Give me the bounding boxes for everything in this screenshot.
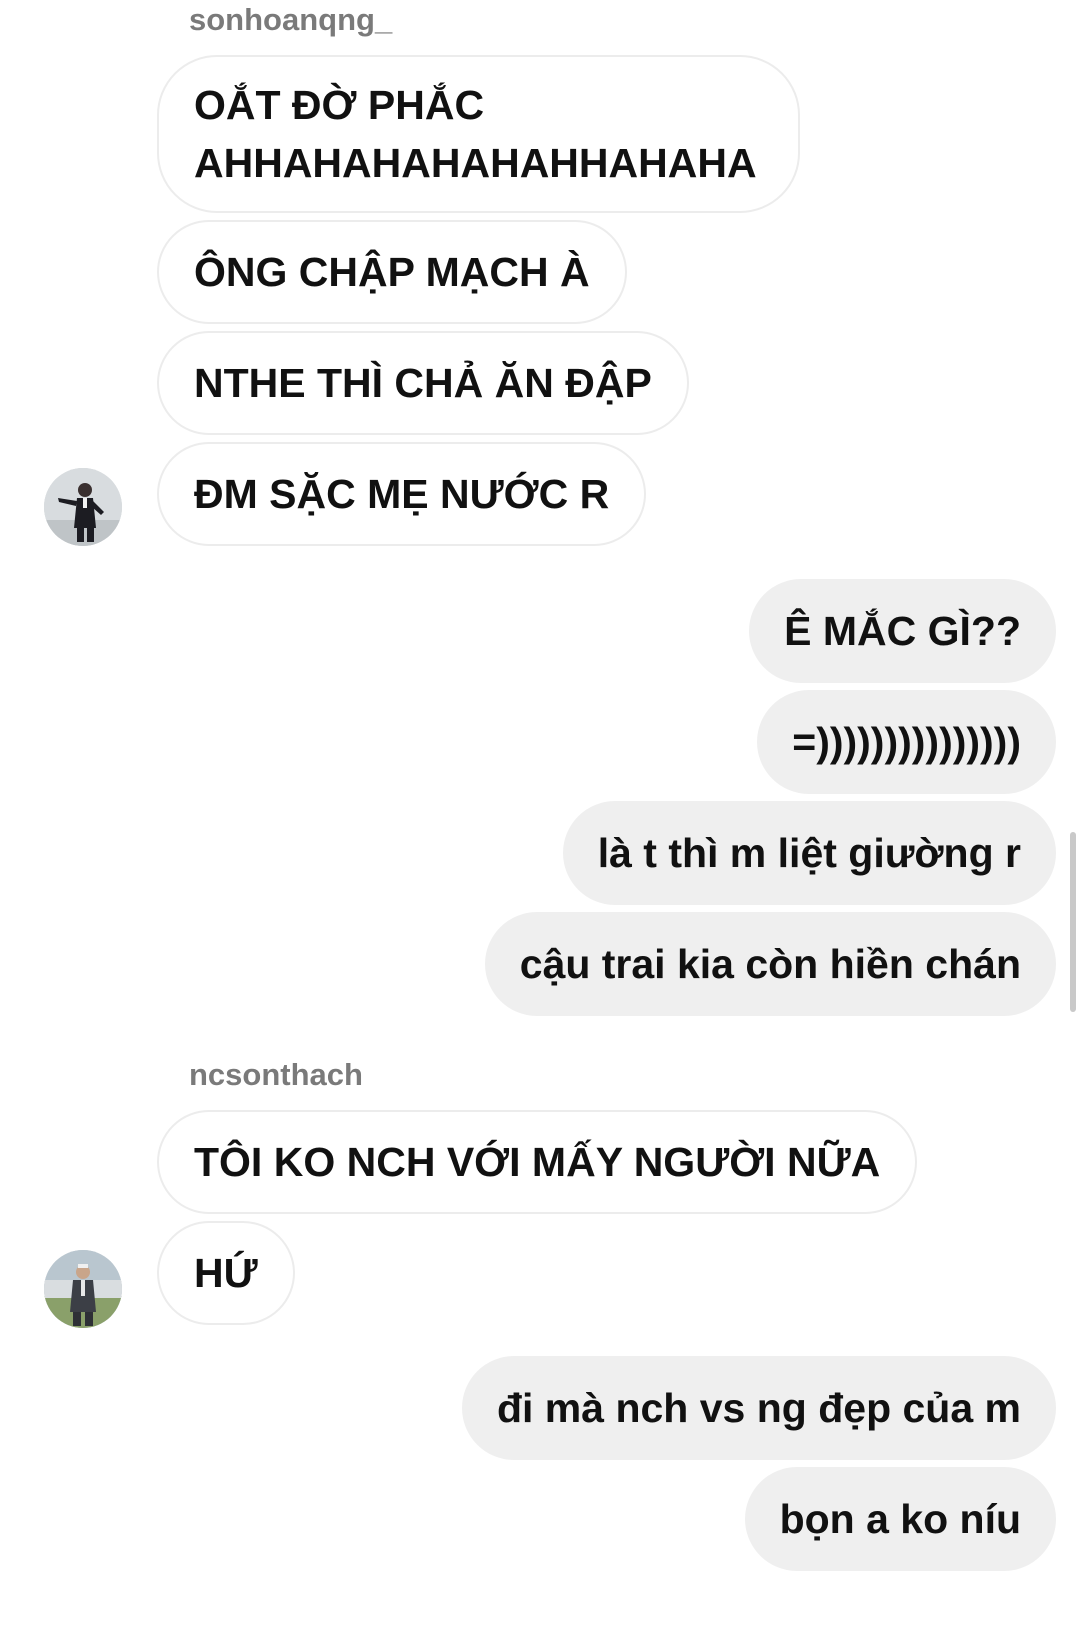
message-text: ÔNG CHẬP MẠCH À (194, 249, 590, 295)
person-in-suit-avatar-icon (44, 468, 122, 546)
sender-name-sonhoanqng[interactable]: sonhoanqng_ (189, 4, 392, 35)
message-text: TÔI KO NCH VỚI MẤY NGƯỜI NỮA (194, 1139, 881, 1185)
message-bubble-incoming[interactable]: ÔNG CHẬP MẠCH À (157, 220, 627, 324)
message-bubble-outgoing[interactable]: là t thì m liệt giường r (562, 801, 1056, 905)
message-text: bọn a ko níu (779, 1496, 1021, 1542)
message-bubble-incoming[interactable]: NTHE THÌ CHẢ ĂN ĐẬP (157, 331, 689, 435)
message-bubble-outgoing[interactable]: Ê MẮC GÌ?? (749, 579, 1056, 683)
message-text: Ê MẮC GÌ?? (784, 608, 1021, 654)
message-text: =))))))))))))))) (792, 719, 1021, 765)
message-text: ĐM SẶC MẸ NƯỚC R (194, 471, 610, 517)
message-text: là t thì m liệt giường r (597, 830, 1021, 876)
message-bubble-outgoing[interactable]: đi mà nch vs ng đẹp của m (461, 1356, 1056, 1460)
message-bubble-incoming[interactable]: ĐM SẶC MẸ NƯỚC R (157, 442, 647, 546)
message-bubble-incoming[interactable]: TÔI KO NCH VỚI MẤY NGƯỜI NỮA (157, 1110, 918, 1214)
message-text: OẮT ĐỜ PHẮC AHHAHAHAHAHAHHAHAHA (194, 82, 757, 186)
scrollbar-thumb[interactable] (1070, 832, 1076, 1012)
message-text: đi mà nch vs ng đẹp của m (496, 1385, 1021, 1431)
message-bubble-incoming[interactable]: OẮT ĐỜ PHẮC AHHAHAHAHAHAHHAHAHA (157, 55, 800, 213)
sender-avatar-sonhoanqng[interactable] (44, 468, 122, 546)
message-text: NTHE THÌ CHẢ ĂN ĐẬP (194, 360, 652, 406)
message-text: HỨ (194, 1250, 258, 1296)
message-bubble-incoming[interactable]: HỨ (157, 1221, 295, 1325)
message-text: cậu trai kia còn hiền chán (519, 941, 1021, 987)
message-bubble-outgoing[interactable]: =))))))))))))))) (757, 690, 1056, 794)
person-outdoors-avatar-icon (44, 1250, 122, 1328)
sender-name-ncsonthach[interactable]: ncsonthach (189, 1059, 363, 1090)
sender-avatar-ncsonthach[interactable] (44, 1250, 122, 1328)
message-bubble-outgoing[interactable]: bọn a ko níu (744, 1467, 1056, 1571)
message-bubble-outgoing[interactable]: cậu trai kia còn hiền chán (484, 912, 1056, 1016)
